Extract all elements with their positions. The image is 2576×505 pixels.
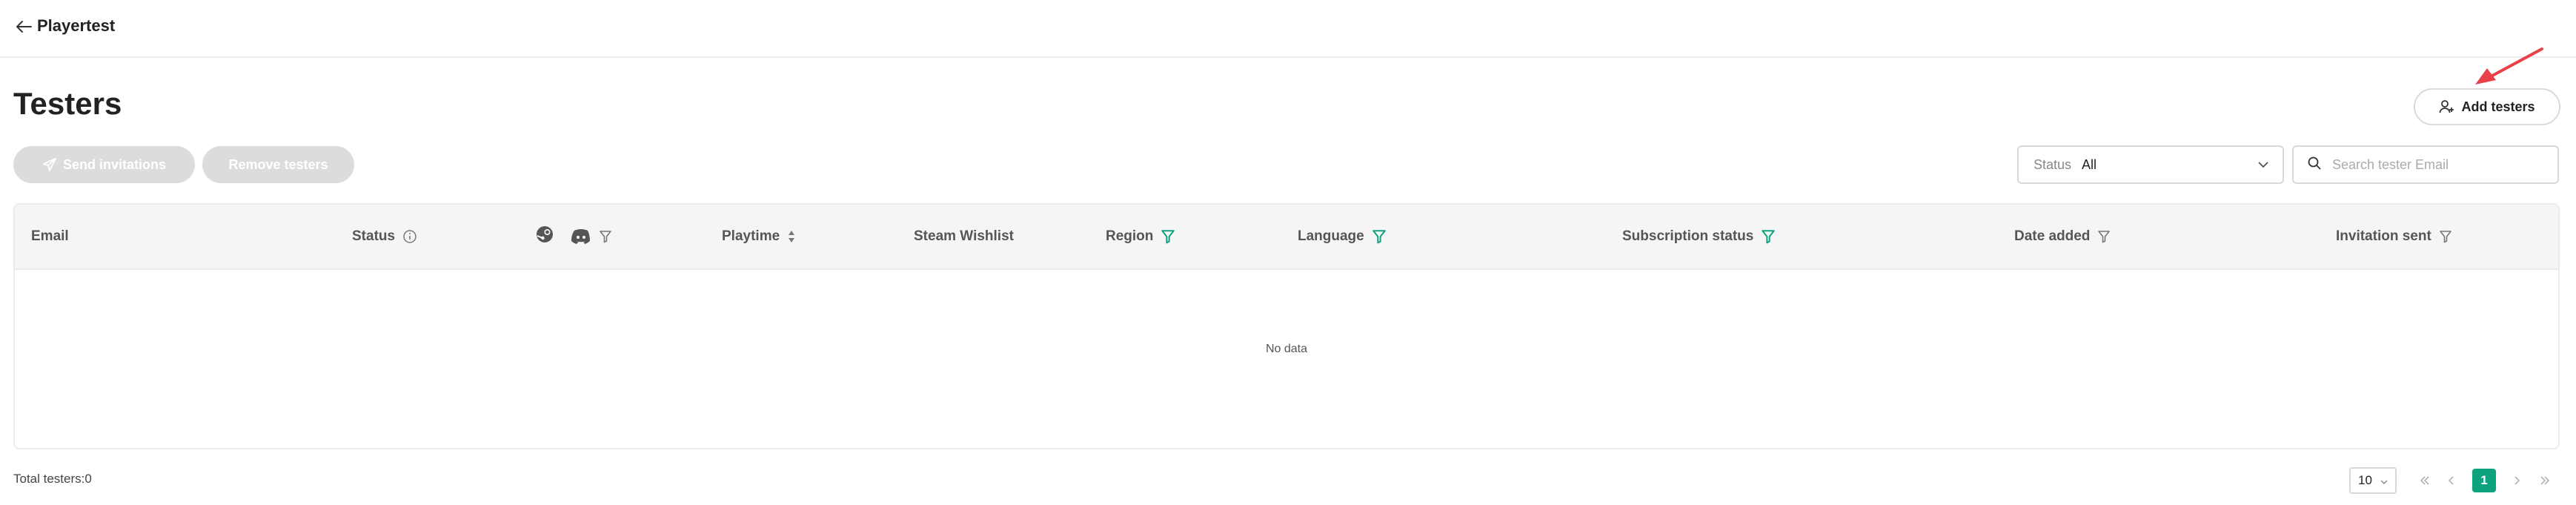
add-user-icon (2439, 99, 2455, 115)
column-language-label: Language (1298, 228, 1364, 244)
filter-icon[interactable] (2097, 230, 2111, 243)
column-status-label: Status (352, 228, 396, 244)
column-playtime[interactable]: Playtime (722, 205, 796, 268)
send-invitations-button[interactable]: Send invitations (13, 146, 195, 183)
add-testers-button[interactable]: Add testers (2414, 88, 2560, 125)
send-invitations-label: Send invitations (62, 156, 167, 172)
page-size-value: 10 (2358, 473, 2372, 487)
pagination-current-page[interactable]: 1 (2472, 469, 2496, 492)
column-language: Language (1298, 205, 1387, 268)
annotation-arrow-icon (2468, 46, 2549, 91)
total-testers-count: Total testers:0 (13, 472, 92, 486)
sort-icon[interactable] (787, 229, 796, 244)
column-subscription-status: Subscription status (1622, 205, 1776, 268)
info-icon[interactable] (402, 229, 417, 244)
filter-icon[interactable] (1761, 229, 1776, 244)
column-steam-wishlist-label: Steam Wishlist (914, 228, 1014, 244)
filter-icon[interactable] (599, 230, 612, 243)
last-page-icon[interactable] (2533, 469, 2557, 492)
column-date-added: Date added (2014, 205, 2111, 268)
previous-page-icon[interactable] (2440, 469, 2463, 492)
filter-icon[interactable] (1372, 229, 1387, 244)
column-platforms (535, 205, 612, 268)
column-status: Status (352, 205, 417, 268)
search-field[interactable] (2292, 145, 2559, 184)
testers-table: Email Status Playtime Steam Wishlist Reg… (13, 203, 2560, 449)
chevron-down-icon (2256, 157, 2271, 176)
column-invitation-sent: Invitation sent (2336, 205, 2452, 268)
column-region: Region (1106, 205, 1175, 268)
chevron-down-icon (2379, 476, 2389, 491)
arrow-left-icon[interactable] (13, 16, 36, 37)
status-filter-label: Status (2034, 156, 2072, 172)
page-size-select[interactable]: 10 (2349, 467, 2397, 494)
status-filter-select[interactable]: Status All (2017, 145, 2284, 184)
remove-testers-label: Remove testers (228, 156, 328, 172)
remove-testers-button[interactable]: Remove testers (202, 146, 354, 183)
add-testers-label: Add testers (2461, 99, 2535, 114)
column-date-added-label: Date added (2014, 228, 2091, 244)
next-page-icon[interactable] (2505, 469, 2529, 492)
column-playtime-label: Playtime (722, 228, 780, 244)
column-steam-wishlist: Steam Wishlist (914, 205, 1014, 268)
first-page-icon[interactable] (2413, 469, 2437, 492)
column-email-label: Email (31, 228, 69, 244)
column-region-label: Region (1106, 228, 1154, 244)
empty-state-text: No data (1265, 343, 1308, 355)
steam-icon (535, 225, 554, 248)
search-icon (2307, 156, 2322, 174)
status-filter-value: All (2082, 156, 2097, 172)
column-invitation-sent-label: Invitation sent (2336, 228, 2431, 244)
search-input[interactable] (2331, 156, 2541, 174)
page-title: Testers (13, 86, 122, 121)
send-icon (42, 157, 57, 172)
filter-icon[interactable] (1161, 229, 1175, 244)
table-header: Email Status Playtime Steam Wishlist Reg… (15, 205, 2558, 270)
top-bar (0, 0, 2576, 58)
column-email: Email (31, 205, 69, 268)
column-subscription-status-label: Subscription status (1622, 228, 1754, 244)
discord-icon (571, 228, 591, 245)
app-title: Playertest (37, 16, 116, 35)
filter-icon[interactable] (2439, 230, 2452, 243)
